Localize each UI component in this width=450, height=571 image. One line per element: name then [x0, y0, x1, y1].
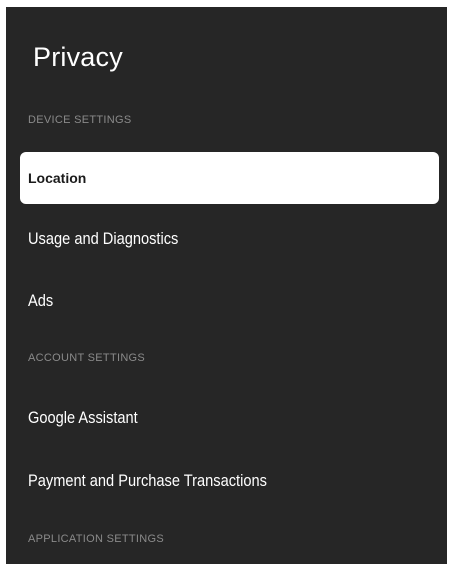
- menu-item-label: Usage and Diagnostics: [28, 229, 179, 248]
- section-header-device-settings: DEVICE SETTINGS: [28, 114, 132, 126]
- menu-item-usage-and-diagnostics[interactable]: Usage and Diagnostics: [20, 213, 439, 265]
- page-title: Privacy: [33, 42, 123, 72]
- menu-item-payment-and-purchase-transactions[interactable]: Payment and Purchase Transactions: [20, 455, 439, 507]
- menu-item-label: Payment and Purchase Transactions: [28, 471, 267, 490]
- menu-item-label: Location: [28, 170, 87, 186]
- menu-item-google-assistant[interactable]: Google Assistant: [20, 392, 439, 444]
- section-header-account-settings: ACCOUNT SETTINGS: [28, 352, 146, 364]
- menu-item-location[interactable]: Location: [20, 152, 439, 204]
- menu-item-label: Google Assistant: [28, 408, 138, 427]
- section-header-application-settings: APPLICATION SETTINGS: [28, 533, 164, 545]
- menu-item-ads[interactable]: Ads: [20, 275, 439, 327]
- settings-panel: Privacy DEVICE SETTINGS Location Usage a…: [6, 7, 447, 564]
- menu-item-label: Ads: [28, 291, 54, 310]
